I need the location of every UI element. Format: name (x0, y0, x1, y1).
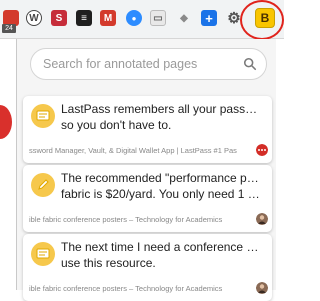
annotations-popup: Search for annotated pages LastPass reme… (17, 39, 276, 301)
annotation-card[interactable]: The next time I need a conference poster… (23, 234, 272, 301)
page-behind-popup (0, 39, 17, 290)
annotation-card[interactable]: The recommended "performance piqué" fabr… (23, 165, 272, 232)
annotation-text-line: use this resource. (61, 255, 156, 270)
user-avatar-icon (256, 282, 268, 294)
search-icon[interactable] (243, 57, 257, 71)
note-icon (31, 104, 55, 128)
zoom-icon[interactable]: ● (126, 10, 142, 26)
copy-icon[interactable]: ▭ (150, 10, 166, 26)
annotation-source[interactable]: ssword Manager, Vault, & Digital Wallet … (29, 146, 255, 155)
user-avatar-icon (256, 213, 268, 225)
search-placeholder: Search for annotated pages (43, 57, 198, 71)
annotation-text-line: LastPass remembers all your passwords, (61, 102, 261, 116)
annotation-text-line: The recommended "performance piqué" (61, 171, 261, 185)
plus-icon[interactable]: + (201, 10, 217, 26)
annotation-text: The recommended "performance piqué" fabr… (61, 171, 261, 202)
page-decoration (0, 105, 12, 139)
pencil-icon (31, 173, 55, 197)
s-extension-icon[interactable]: S (51, 10, 67, 26)
browser-extension-toolbar: 24 W S ≡ M ● ▭ ◆ + ⚙ B (0, 0, 284, 40)
lastpass-avatar-icon (256, 144, 268, 156)
buffer-icon[interactable]: ≡ (76, 10, 92, 26)
annotation-text-line: fabric is $20/yard. You only need 1 yar.… (61, 186, 261, 201)
annotation-source[interactable]: ible fabric conference posters – Technol… (29, 284, 255, 293)
annotation-text: LastPass remembers all your passwords, s… (61, 102, 261, 133)
annotation-text-line: so you don't have to. (61, 117, 172, 132)
annotation-text: The next time I need a conference poster… (61, 240, 261, 271)
annotation-card[interactable]: LastPass remembers all your passwords, s… (23, 96, 272, 163)
tag-icon[interactable]: ◆ (176, 10, 192, 26)
annotation-source[interactable]: ible fabric conference posters – Technol… (29, 215, 255, 224)
extension-count-badge: 24 (2, 24, 16, 33)
note-icon (31, 242, 55, 266)
wordpress-icon[interactable]: W (26, 10, 42, 26)
annotation-text-line: The next time I need a conference poster… (61, 240, 261, 254)
search-input[interactable]: Search for annotated pages (30, 48, 267, 80)
m-extension-icon[interactable]: M (100, 10, 116, 26)
highlight-circle (240, 0, 284, 40)
